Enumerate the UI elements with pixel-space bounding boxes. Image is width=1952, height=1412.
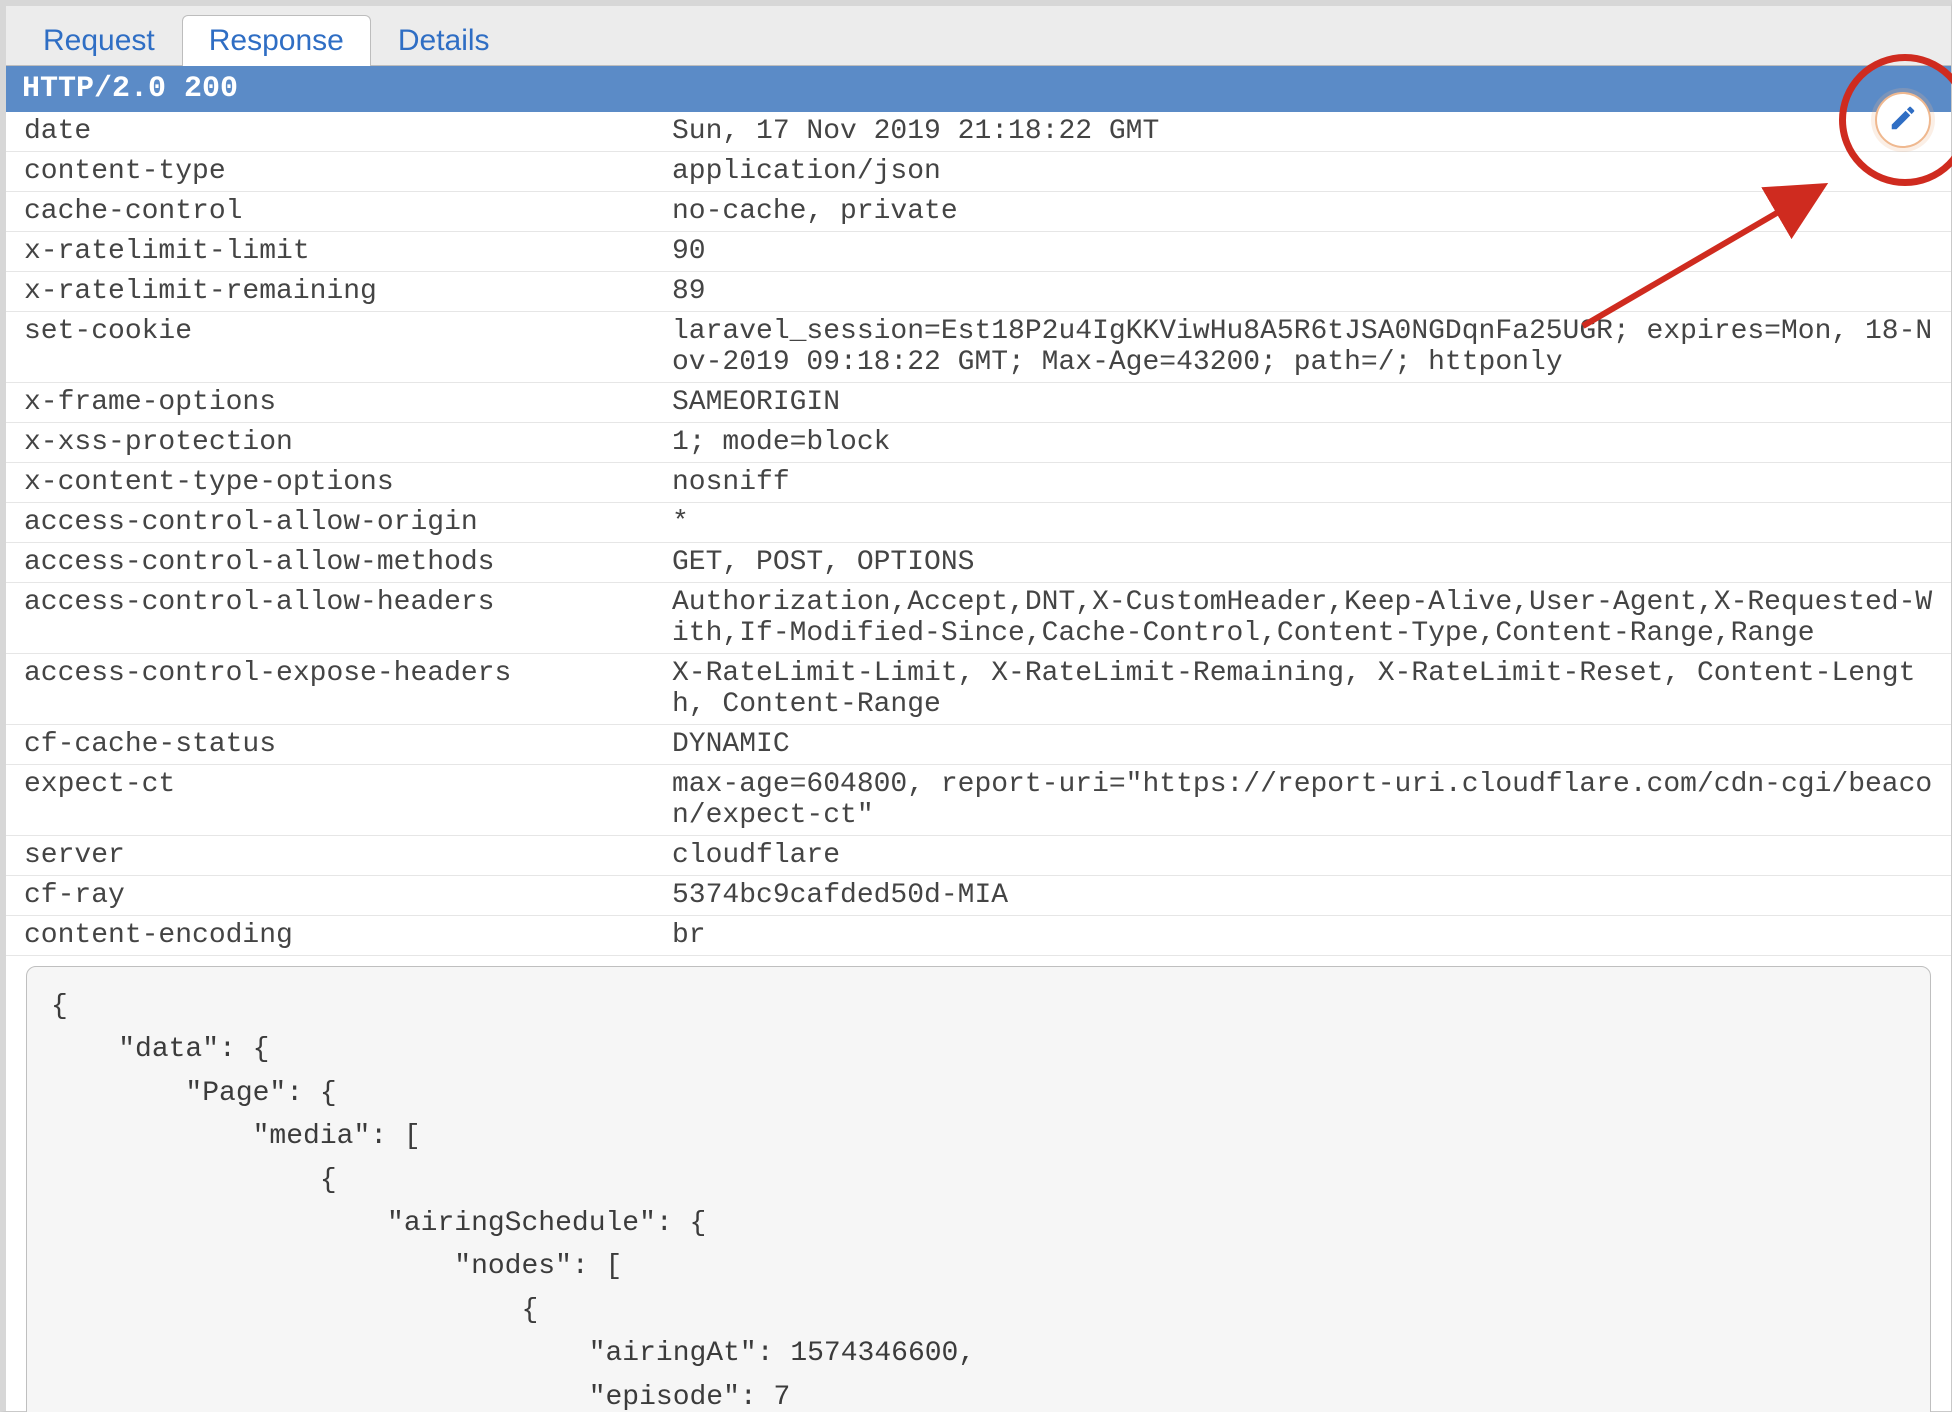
header-name: cache-control (24, 196, 664, 227)
header-value: 89 (672, 276, 1943, 307)
header-name: content-encoding (24, 920, 664, 951)
header-value: nosniff (672, 467, 1943, 498)
header-value: * (672, 507, 1943, 538)
header-value: SAMEORIGIN (672, 387, 1943, 418)
header-row[interactable]: x-frame-options SAMEORIGIN (6, 383, 1951, 423)
response-headers-table: date Sun, 17 Nov 2019 21:18:22 GMT content… (6, 112, 1951, 956)
header-row[interactable]: access-control-expose-headers X-RateLimit… (6, 654, 1951, 725)
header-name: expect-ct (24, 769, 664, 800)
header-row[interactable]: expect-ct max-age=604800, report-uri="htt… (6, 765, 1951, 836)
header-row[interactable]: access-control-allow-methods GET, POST, O… (6, 543, 1951, 583)
http-status-line: HTTP/2.0 200 (6, 66, 1951, 112)
header-row[interactable]: access-control-allow-origin * (6, 503, 1951, 543)
header-value: 5374bc9cafded50d-MIA (672, 880, 1943, 911)
header-row[interactable]: x-ratelimit-remaining 89 (6, 272, 1951, 312)
header-name: x-content-type-options (24, 467, 664, 498)
header-value: DYNAMIC (672, 729, 1943, 760)
header-row[interactable]: cache-control no-cache, private (6, 192, 1951, 232)
header-value: br (672, 920, 1943, 951)
header-row[interactable]: date Sun, 17 Nov 2019 21:18:22 GMT (6, 112, 1951, 152)
header-row[interactable]: cf-cache-status DYNAMIC (6, 725, 1951, 765)
header-name: x-frame-options (24, 387, 664, 418)
header-name: access-control-allow-methods (24, 547, 664, 578)
header-name: x-xss-protection (24, 427, 664, 458)
header-name: cf-cache-status (24, 729, 664, 760)
header-value: X-RateLimit-Limit, X-RateLimit-Remaining… (672, 658, 1943, 720)
header-value: 90 (672, 236, 1943, 267)
tab-details[interactable]: Details (371, 15, 517, 66)
header-value: laravel_session=Est18P2u4IgKKViwHu8A5R6t… (672, 316, 1943, 378)
header-name: access-control-expose-headers (24, 658, 664, 689)
header-name: server (24, 840, 664, 871)
header-name: date (24, 116, 664, 147)
header-value: max-age=604800, report-uri="https://repo… (672, 769, 1943, 831)
header-name: x-ratelimit-remaining (24, 276, 664, 307)
header-value: no-cache, private (672, 196, 1943, 227)
header-row[interactable]: content-encoding br (6, 916, 1951, 956)
header-row[interactable]: x-content-type-options nosniff (6, 463, 1951, 503)
header-row[interactable]: content-type application/json (6, 152, 1951, 192)
header-row[interactable]: set-cookie laravel_session=Est18P2u4IgKKV… (6, 312, 1951, 383)
header-row[interactable]: server cloudflare (6, 836, 1951, 876)
tab-request[interactable]: Request (16, 15, 182, 66)
header-value: cloudflare (672, 840, 1943, 871)
inspector-panel: Request Response Details HTTP/2.0 200 da… (0, 0, 1952, 1412)
header-value: GET, POST, OPTIONS (672, 547, 1943, 578)
header-value: 1; mode=block (672, 427, 1943, 458)
header-name: set-cookie (24, 316, 664, 347)
header-row[interactable]: access-control-allow-headers Authorizatio… (6, 583, 1951, 654)
header-row[interactable]: x-xss-protection 1; mode=block (6, 423, 1951, 463)
tab-bar: Request Response Details (6, 6, 1951, 66)
header-name: content-type (24, 156, 664, 187)
header-name: x-ratelimit-limit (24, 236, 664, 267)
pencil-icon (1888, 103, 1918, 138)
header-value: Authorization,Accept,DNT,X-CustomHeader,… (672, 587, 1943, 649)
header-value: Sun, 17 Nov 2019 21:18:22 GMT (672, 116, 1943, 147)
header-name: cf-ray (24, 880, 664, 911)
header-name: access-control-allow-headers (24, 587, 664, 618)
header-name: access-control-allow-origin (24, 507, 664, 538)
edit-button[interactable] (1875, 92, 1931, 148)
header-row[interactable]: cf-ray 5374bc9cafded50d-MIA (6, 876, 1951, 916)
tab-response[interactable]: Response (182, 15, 371, 66)
response-body-json[interactable]: { "data": { "Page": { "media": [ { "airi… (26, 966, 1931, 1412)
header-value: application/json (672, 156, 1943, 187)
header-row[interactable]: x-ratelimit-limit 90 (6, 232, 1951, 272)
